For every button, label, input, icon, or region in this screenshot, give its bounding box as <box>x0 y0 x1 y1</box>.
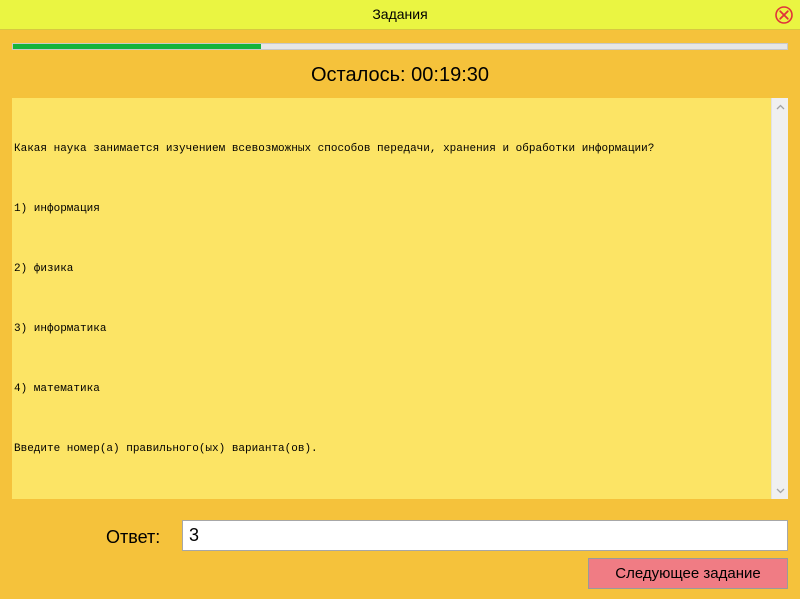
window-title: Задания <box>372 6 428 22</box>
answer-option: 1) информация <box>14 203 100 215</box>
question-area[interactable]: Какая наука занимается изучением всевозм… <box>12 98 788 499</box>
question-instruction: Введите номер(а) правильного(ых) вариант… <box>14 443 318 455</box>
chevron-up-icon <box>776 104 784 109</box>
answer-option: 2) физика <box>14 263 74 275</box>
time-remaining: Осталось: 00:19:30 <box>310 64 490 86</box>
scroll-up-button[interactable] <box>772 98 788 115</box>
progress-bar-fill <box>13 44 261 49</box>
question-text: Какая наука занимается изучением всевозм… <box>14 112 768 502</box>
answer-option: 4) математика <box>14 383 100 395</box>
question-prompt: Какая наука занимается изучением всевозм… <box>14 143 655 155</box>
scroll-down-button[interactable] <box>772 482 788 499</box>
close-circle-x-icon <box>775 6 793 24</box>
answer-label: Ответ: <box>106 527 161 547</box>
vertical-scrollbar[interactable] <box>771 98 788 499</box>
title-bar: Задания <box>0 0 800 30</box>
test-window: Задания Осталось: 00:19:30 Какая наука з… <box>0 0 800 599</box>
next-task-button[interactable]: Следующее задание <box>588 558 788 589</box>
close-button[interactable] <box>774 5 794 25</box>
chevron-down-icon <box>776 488 784 493</box>
progress-bar <box>12 43 788 50</box>
answer-option: 3) информатика <box>14 323 107 335</box>
answer-input[interactable] <box>182 520 788 551</box>
